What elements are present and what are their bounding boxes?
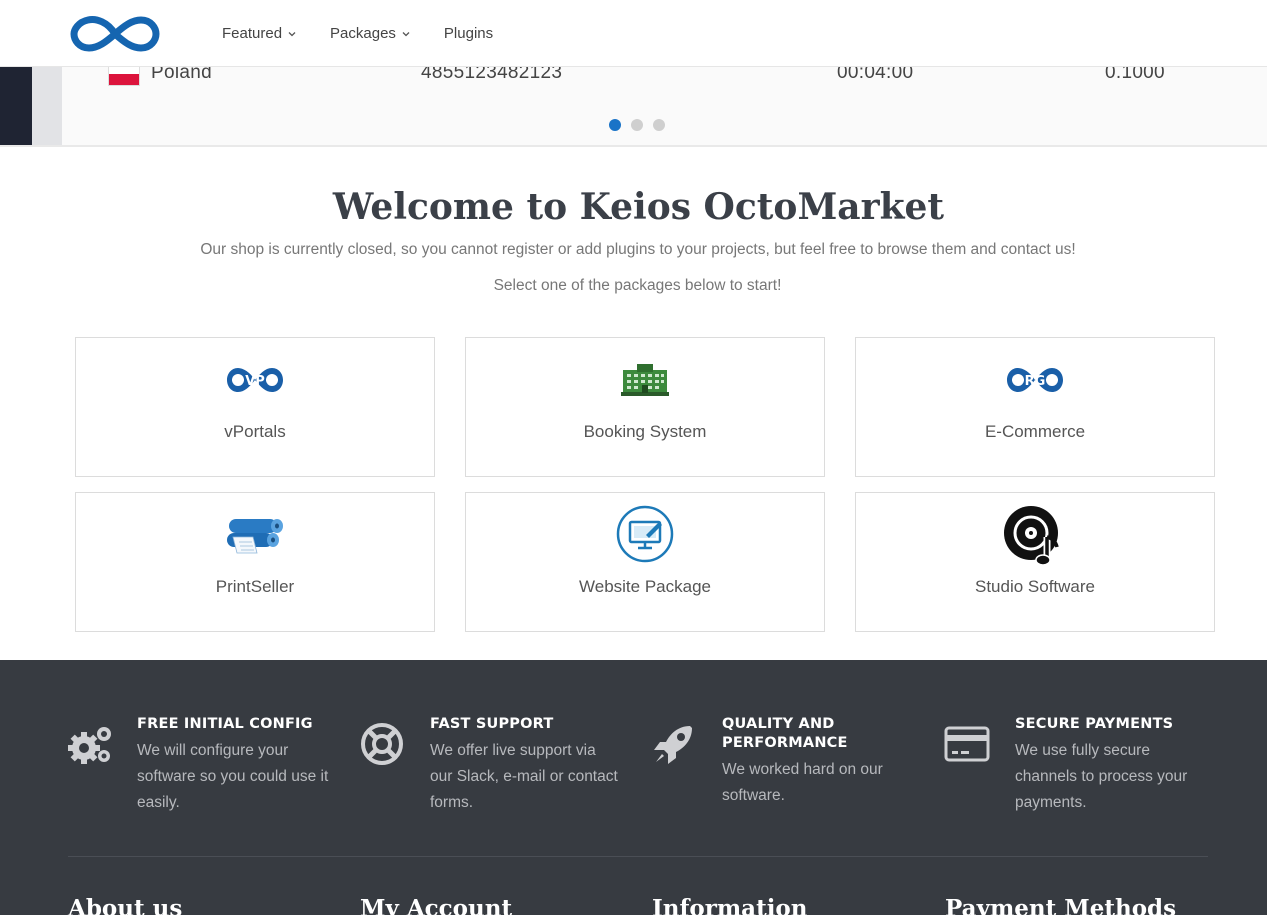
- package-card-studio-software[interactable]: Studio Software: [855, 492, 1215, 632]
- slider-dot-1[interactable]: [609, 119, 621, 131]
- nav-packages[interactable]: Packages: [330, 25, 410, 42]
- feature-text: We will configure your software so you c…: [137, 742, 329, 811]
- footer-heading-payment: Payment Methods: [945, 895, 1177, 922]
- footer-heading-about: About us: [68, 895, 183, 922]
- feature-text: We use fully secure channels to process …: [1015, 742, 1188, 811]
- slider-pagination: [609, 119, 675, 131]
- package-card-vportals[interactable]: VP vPortals: [75, 337, 435, 477]
- nav-featured[interactable]: Featured: [222, 25, 296, 42]
- package-card-booking-system[interactable]: Booking System: [465, 337, 825, 477]
- welcome-subtitle: Our shop is currently closed, so you can…: [200, 241, 1076, 258]
- svg-text:VP: VP: [245, 374, 265, 389]
- main-nav: Featured Packages Plugins: [222, 0, 527, 67]
- footer-heading-information: Information: [652, 895, 808, 922]
- feature-title: SECURE PAYMENTS: [1015, 716, 1174, 732]
- feature-text: We worked hard on our software.: [722, 761, 883, 804]
- monitor-pen-icon: [466, 505, 824, 563]
- welcome-instruction: Select one of the packages below to star…: [493, 277, 782, 294]
- nav-packages-label: Packages: [330, 25, 396, 42]
- slider-dot-2[interactable]: [631, 119, 643, 131]
- rocket-icon: [654, 726, 692, 764]
- package-label: vPortals: [224, 422, 286, 441]
- nav-featured-label: Featured: [222, 25, 283, 42]
- lifebuoy-icon: [361, 723, 403, 765]
- svg-text:RG: RG: [1025, 374, 1046, 389]
- footer-heading-account: My Account: [360, 895, 513, 922]
- package-card-website-package[interactable]: Website Package: [465, 492, 825, 632]
- e-commerce-logo-icon: RG: [856, 364, 1214, 396]
- package-label: Website Package: [579, 577, 711, 596]
- gears-icon: [68, 727, 111, 764]
- page-title: Welcome to Keios OctoMarket: [332, 186, 945, 228]
- footer-divider: [68, 856, 1208, 857]
- credit-card-icon: [944, 726, 990, 762]
- slider-dot-3[interactable]: [653, 119, 665, 131]
- feature-text: We offer live support via our Slack, e-m…: [430, 742, 618, 811]
- package-label: Studio Software: [974, 577, 1095, 596]
- nav-plugins-label: Plugins: [443, 25, 494, 42]
- slider-side-panel: [0, 67, 32, 145]
- paper-rolls-icon: [76, 515, 434, 555]
- package-label: Booking System: [583, 422, 707, 441]
- slider-side-strip: [32, 67, 62, 145]
- chevron-down-icon: [402, 31, 410, 36]
- feature-title: FREE INITIAL CONFIG: [137, 716, 313, 732]
- package-label: E-Commerce: [984, 422, 1086, 441]
- feature-title-line-1: QUALITY AND: [722, 716, 835, 732]
- package-card-e-commerce[interactable]: RG E-Commerce: [855, 337, 1215, 477]
- feature-title: FAST SUPPORT: [430, 716, 554, 732]
- hotel-building-icon: [466, 362, 824, 398]
- feature-title-line-2: PERFORMANCE: [722, 735, 848, 751]
- infinity-logo-icon[interactable]: [70, 10, 160, 58]
- vinyl-music-note-icon: [856, 503, 1214, 567]
- site-header: Featured Packages Plugins: [0, 0, 1267, 67]
- package-card-printseller[interactable]: PrintSeller: [75, 492, 435, 632]
- chevron-down-icon: [288, 31, 296, 36]
- nav-plugins[interactable]: Plugins: [444, 25, 493, 42]
- vportals-logo-icon: VP: [76, 364, 434, 396]
- package-label: PrintSeller: [215, 577, 295, 596]
